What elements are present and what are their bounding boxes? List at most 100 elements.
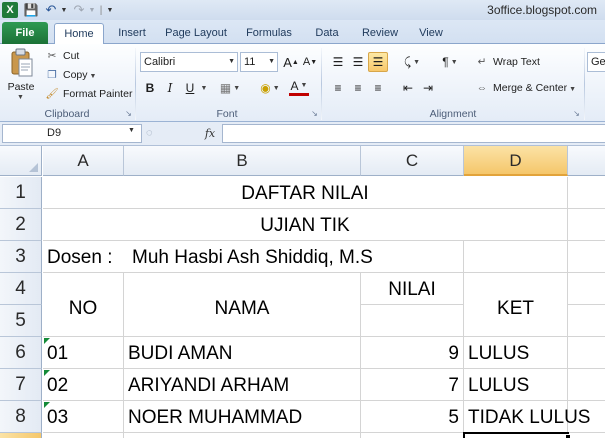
italic-button[interactable]: I (160, 78, 180, 98)
cell-a8[interactable]: 03 (43, 401, 123, 432)
align-left-button[interactable]: ≡ (328, 78, 348, 98)
decrease-indent-icon: ⇤ (402, 81, 414, 95)
row-header-6[interactable]: 6 (0, 337, 42, 369)
align-middle-button[interactable]: ☰ (348, 52, 368, 72)
number-format-select[interactable]: Ger (587, 52, 605, 72)
tab-data[interactable]: Data (308, 23, 346, 44)
column-header-b[interactable]: B (124, 146, 361, 176)
tab-review[interactable]: Review (356, 23, 404, 44)
row-header-1[interactable]: 1 (0, 177, 42, 209)
row-header-5[interactable]: 5 (0, 305, 42, 337)
orientation-button[interactable]: ⤹ ▼ (398, 52, 426, 72)
tab-page-layout[interactable]: Page Layout (162, 23, 230, 44)
header-nilai[interactable]: NILAI (361, 273, 463, 304)
cell-b7[interactable]: ARIYANDI ARHAM (124, 369, 360, 400)
column-header-a[interactable]: A (43, 146, 124, 176)
tab-insert[interactable]: Insert (112, 23, 152, 44)
worksheet-grid[interactable]: A B C D 1 2 3 4 5 6 7 8 DAFTAR NILAI UJI… (0, 146, 605, 438)
undo-dropdown-icon[interactable]: ▼ (60, 2, 68, 18)
tab-home[interactable]: Home (54, 23, 104, 45)
align-right-button[interactable]: ≡ (368, 78, 388, 98)
sheet-subtitle[interactable]: UJIAN TIK (43, 209, 567, 240)
orientation-icon: ⤹ (403, 54, 412, 69)
align-bottom-button[interactable]: ☰ (368, 52, 388, 72)
chevron-down-icon[interactable]: ▼ (128, 127, 135, 134)
decrease-indent-button[interactable]: ⇤ (398, 78, 418, 98)
cell-c8[interactable]: 5 (361, 401, 463, 432)
copy-button[interactable]: ❐ Copy ▼ (44, 65, 96, 85)
name-box[interactable]: D9 (2, 124, 142, 143)
active-cell-selection[interactable] (463, 432, 569, 438)
number-format-value: Ger (591, 56, 605, 68)
grow-font-button[interactable]: A ▲ (281, 52, 301, 72)
undo-icon[interactable]: ↶ (44, 2, 58, 18)
font-size-select[interactable]: 11 ▼ (240, 52, 278, 72)
header-nama[interactable]: NAMA (124, 273, 360, 336)
cell-b6[interactable]: BUDI AMAN (124, 337, 360, 368)
cell-a7[interactable]: 02 (43, 369, 123, 400)
increase-indent-button[interactable]: ⇥ (418, 78, 438, 98)
cell-d7[interactable]: LULUS (464, 369, 567, 400)
font-name-select[interactable]: Calibri ▼ (140, 52, 238, 72)
cell-d8[interactable]: TIDAK LULUS (464, 401, 604, 432)
format-painter-button[interactable]: 🖌 Format Painter (44, 84, 132, 104)
bold-button[interactable]: B (140, 78, 160, 98)
cell-a6[interactable]: 01 (43, 337, 123, 368)
chevron-down-icon: ▼ (272, 84, 280, 92)
align-center-button[interactable]: ≡ (348, 78, 368, 98)
tab-view[interactable]: View (412, 23, 450, 44)
select-all-button[interactable] (0, 146, 42, 176)
column-header-d[interactable]: D (464, 146, 568, 176)
paste-dropdown-icon[interactable]: ▼ (17, 94, 24, 101)
row-header-7[interactable]: 7 (0, 369, 42, 401)
fill-color-button[interactable]: ◉ ▼ (260, 78, 280, 98)
underline-button[interactable]: U (180, 78, 200, 98)
redo-dropdown-icon[interactable]: ▼ (88, 2, 96, 18)
font-color-button[interactable]: A ▼ (289, 78, 309, 96)
shrink-font-button[interactable]: A ▼ (300, 52, 320, 72)
alignment-launcher-icon[interactable]: ↘ (572, 109, 581, 118)
row-header-3[interactable]: 3 (0, 241, 42, 273)
font-launcher-icon[interactable]: ↘ (310, 109, 319, 118)
align-middle-icon: ☰ (352, 55, 364, 69)
format-painter-label: Format Painter (63, 88, 133, 100)
save-icon[interactable]: 💾 (24, 2, 39, 18)
column-header-e[interactable] (568, 146, 605, 176)
column-header-c[interactable]: C (361, 146, 464, 176)
copy-dropdown-icon[interactable]: ▼ (90, 73, 97, 80)
chevron-down-icon: ▼ (300, 82, 308, 89)
formula-input[interactable] (222, 124, 605, 143)
cell-d6[interactable]: LULUS (464, 337, 567, 368)
tab-file[interactable]: File (2, 22, 48, 44)
cell-c6[interactable]: 9 (361, 337, 463, 368)
excel-logo-icon[interactable]: X (2, 2, 18, 18)
header-no[interactable]: NO (43, 273, 123, 336)
cut-button[interactable]: ✂ Cut (44, 46, 80, 66)
customize-toolbar-icon[interactable]: ▼ (106, 2, 114, 18)
row-header-2[interactable]: 2 (0, 209, 42, 241)
header-ket[interactable]: KET (464, 273, 567, 336)
fill-handle[interactable] (565, 434, 571, 438)
redo-icon[interactable]: ↷ (72, 2, 86, 18)
dosen-name-cell[interactable]: Muh Hasbi Ash Shiddiq, M.S (128, 241, 463, 272)
dosen-label-cell[interactable]: Dosen : (43, 241, 123, 272)
wrap-text-button[interactable]: ↵ Wrap Text (474, 52, 540, 72)
paste-label: Paste (7, 81, 35, 93)
insert-function-button[interactable]: fx (202, 125, 218, 142)
paste-button[interactable]: Paste ▼ (4, 46, 38, 104)
align-top-button[interactable]: ☰ (328, 52, 348, 72)
borders-button[interactable]: ▦ ▼ (220, 78, 240, 98)
row-header-8[interactable]: 8 (0, 401, 42, 433)
underline-dropdown-icon[interactable]: ▼ (198, 78, 208, 98)
cell-c7[interactable]: 7 (361, 369, 463, 400)
row-header-9[interactable] (0, 433, 42, 438)
clipboard-launcher-icon[interactable]: ↘ (124, 109, 133, 118)
merge-center-button[interactable]: ⇔ Merge & Center ▼ (474, 78, 576, 98)
sheet-title[interactable]: DAFTAR NILAI (43, 177, 567, 208)
tab-formulas[interactable]: Formulas (240, 23, 298, 44)
text-direction-button[interactable]: ¶ ▼ (436, 52, 464, 72)
cell-b8[interactable]: NOER MUHAMMAD (124, 401, 360, 432)
gridline (361, 304, 464, 305)
formula-bar-handle[interactable]: ◌ (146, 125, 156, 142)
row-header-4[interactable]: 4 (0, 273, 42, 305)
